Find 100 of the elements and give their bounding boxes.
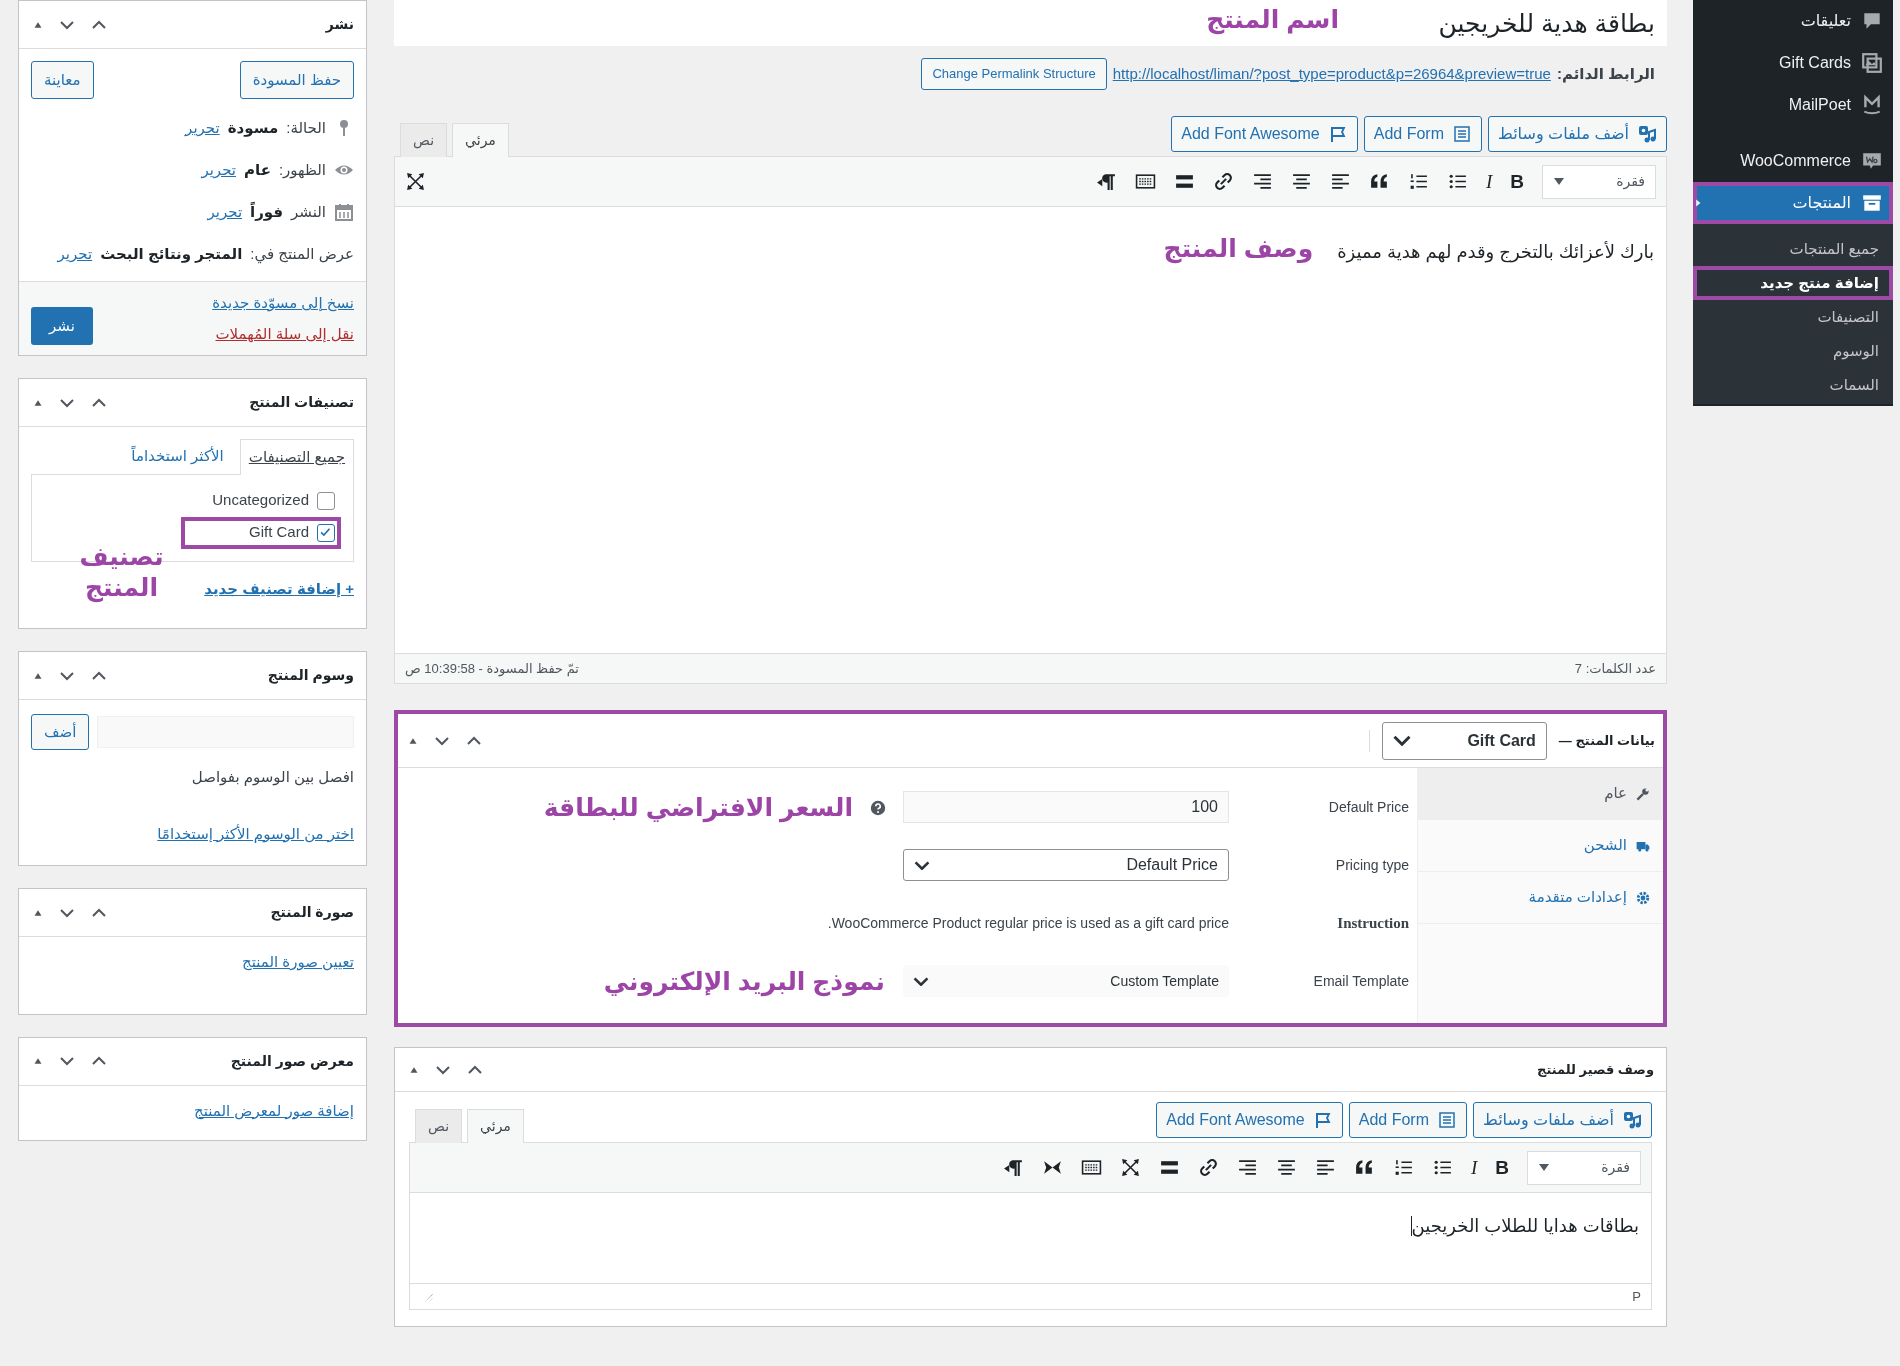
publish-button[interactable]: نشر (31, 307, 93, 345)
description-text: بارك لأعزائك بالتخرج وقدم لهم هدية مميزة (1337, 240, 1654, 265)
media-button[interactable]: Add Form (1348, 1102, 1467, 1138)
panel-tab[interactable]: إعدادات متقدمة (1418, 872, 1663, 924)
editor-tab[interactable]: مرئي (452, 123, 509, 157)
media-button[interactable]: Add Font Awesome (1156, 1102, 1343, 1138)
change-permalink-button[interactable]: Change Permalink Structure (921, 58, 1107, 90)
menu-item[interactable]: المنتجات (1693, 182, 1893, 224)
field-label: عرض المنتج في: (250, 243, 354, 266)
align-right-icon[interactable] (1236, 1157, 1258, 1178)
checkbox[interactable] (317, 491, 335, 510)
annotation-label: اسم المنتج (1206, 4, 1339, 34)
menu-item[interactable]: تعليقات (1693, 0, 1893, 42)
editor-tab[interactable]: مرئي (467, 1109, 524, 1143)
menu-item[interactable]: MailPoet (1693, 84, 1893, 126)
email-template-select[interactable]: Custom Template (903, 965, 1229, 997)
media-button[interactable]: Add Form (1363, 116, 1482, 152)
permalink-link[interactable]: http://localhost/liman/?post_type=product&p=26964&preview=true (1112, 62, 1551, 86)
category-item[interactable]: Gift Card (181, 516, 341, 549)
media-button[interactable]: أضف ملفات وسائط (1487, 116, 1667, 152)
keyboard-icon[interactable] (1080, 1157, 1102, 1178)
submenu-item[interactable]: السمات (1693, 368, 1893, 402)
panel-title: بيانات المنتج — (1558, 731, 1655, 750)
menu-item[interactable]: Gift Cards (1693, 42, 1893, 84)
field-label: Pricing type (1334, 855, 1410, 875)
paragraph-icon[interactable] (1002, 1157, 1024, 1178)
italic-button[interactable]: I (1485, 172, 1493, 191)
editor-tab[interactable]: نص (415, 1109, 463, 1143)
gear-icon (1635, 889, 1651, 906)
edit-link[interactable]: تحرير (201, 158, 236, 182)
edit-link[interactable]: تحرير (185, 116, 220, 140)
box-title: تصنيفات المنتج (249, 393, 354, 413)
fullscreen-icon[interactable] (1119, 1157, 1141, 1178)
hint-text: افصل بين الوسوم بفواصل (190, 767, 354, 788)
submenu-item[interactable]: إضافة منتج جديد (1693, 266, 1893, 300)
edit-link[interactable]: تحرير (207, 200, 243, 224)
align-center-icon[interactable] (1275, 1157, 1297, 1178)
save-draft-button[interactable]: حفظ المسودة (239, 61, 354, 99)
chevron-down-icon (913, 976, 929, 986)
box-title: وسوم المنتج (267, 666, 354, 686)
copy-to-draft-link[interactable]: نسخ إلى مسوّدة جديدة (212, 292, 354, 315)
panel-tab[interactable]: عام (1418, 768, 1663, 820)
panel-tab[interactable]: الشحن (1418, 820, 1663, 872)
panel-title: وصف قصير للمنتج (1537, 1060, 1654, 1079)
help-icon[interactable] (869, 798, 887, 817)
calendar-icon (334, 202, 354, 222)
add-gallery-images-link[interactable]: إضافة صور لمعرض المنتج (194, 1101, 354, 1119)
align-left-icon[interactable] (1329, 171, 1351, 192)
align-left-icon[interactable] (1314, 1157, 1336, 1178)
add-tag-button[interactable]: أضف (31, 714, 90, 750)
paragraph-icon[interactable] (1095, 171, 1117, 192)
field-value: عام (244, 159, 271, 180)
italic-button[interactable]: I (1470, 1158, 1478, 1177)
link-icon[interactable] (1212, 171, 1234, 192)
format-select[interactable]: فقرة (1527, 1150, 1641, 1185)
annotation-label: نموذج البريد الإلكتروني (603, 966, 885, 996)
category-item[interactable]: Uncategorized (181, 484, 341, 517)
move-to-trash-link[interactable]: نقل إلى سلة المُهملات (212, 322, 354, 345)
align-center-icon[interactable] (1290, 171, 1312, 192)
field-label: Instruction (1336, 913, 1410, 933)
field-label: النشر (291, 201, 326, 222)
set-image-link[interactable]: تعيين صورة المنتج (242, 953, 354, 970)
fullscreen-icon[interactable] (405, 171, 426, 192)
link-icon[interactable] (1197, 1157, 1219, 1178)
format-select[interactable]: فقرة (1542, 164, 1656, 199)
choose-tags-link[interactable]: اختر من الوسوم الأكثر إستخدامًا (157, 824, 354, 842)
editor-tab[interactable]: نص (400, 123, 448, 157)
annotation-label: وصف المنتج (1163, 233, 1314, 263)
annotation-label: تصنيف المنتج (78, 541, 165, 604)
dropdown-triangle-icon (1553, 177, 1565, 186)
instruction-text: WooCommerce Product regular price is used as a gift card price. (827, 913, 1229, 933)
bold-button[interactable]: B (1510, 172, 1524, 191)
preview-button[interactable]: معاينة (31, 61, 94, 99)
menu-item[interactable]: WooCommerce (1693, 140, 1893, 182)
product-type-select[interactable]: Gift Card (1381, 721, 1547, 760)
form-icon (1451, 124, 1472, 144)
keyboard-icon[interactable] (1134, 171, 1156, 192)
align-right-icon[interactable] (1251, 171, 1273, 192)
edit-link[interactable]: تحرير (57, 242, 93, 266)
submenu-item[interactable]: جميع المنتجات (1693, 232, 1893, 266)
field-value: مسودة (227, 117, 279, 139)
category-tab[interactable]: الأكثر استخداماً (123, 439, 232, 475)
chevron-down-icon (1392, 735, 1411, 746)
bold-button[interactable]: B (1495, 1158, 1509, 1177)
add-category-link[interactable]: + إضافة تصنيف جديد (204, 579, 354, 597)
submenu-item[interactable]: الوسوم (1693, 334, 1893, 368)
chevron-down-icon (914, 860, 930, 870)
media-button[interactable]: Add Font Awesome (1171, 116, 1358, 152)
annotation-label: السعر الافتراضي للبطاقة (543, 792, 853, 822)
default-price-field[interactable]: 100 (903, 791, 1229, 823)
pricing-type-select[interactable]: Default Price (903, 849, 1229, 881)
media-button[interactable]: أضف ملفات وسائط (1472, 1102, 1652, 1138)
box-title: صورة المنتج (270, 903, 354, 923)
field-value: فوراً (250, 200, 284, 223)
path-label: P (1632, 1287, 1641, 1306)
field-label: Default Price (1327, 797, 1410, 817)
category-tab[interactable]: جميع التصنيفات (239, 439, 354, 475)
checkbox[interactable] (317, 523, 335, 542)
submenu-item[interactable]: التصنيفات (1693, 300, 1893, 334)
word-count: عدد الكلمات: 7 (1574, 659, 1656, 678)
